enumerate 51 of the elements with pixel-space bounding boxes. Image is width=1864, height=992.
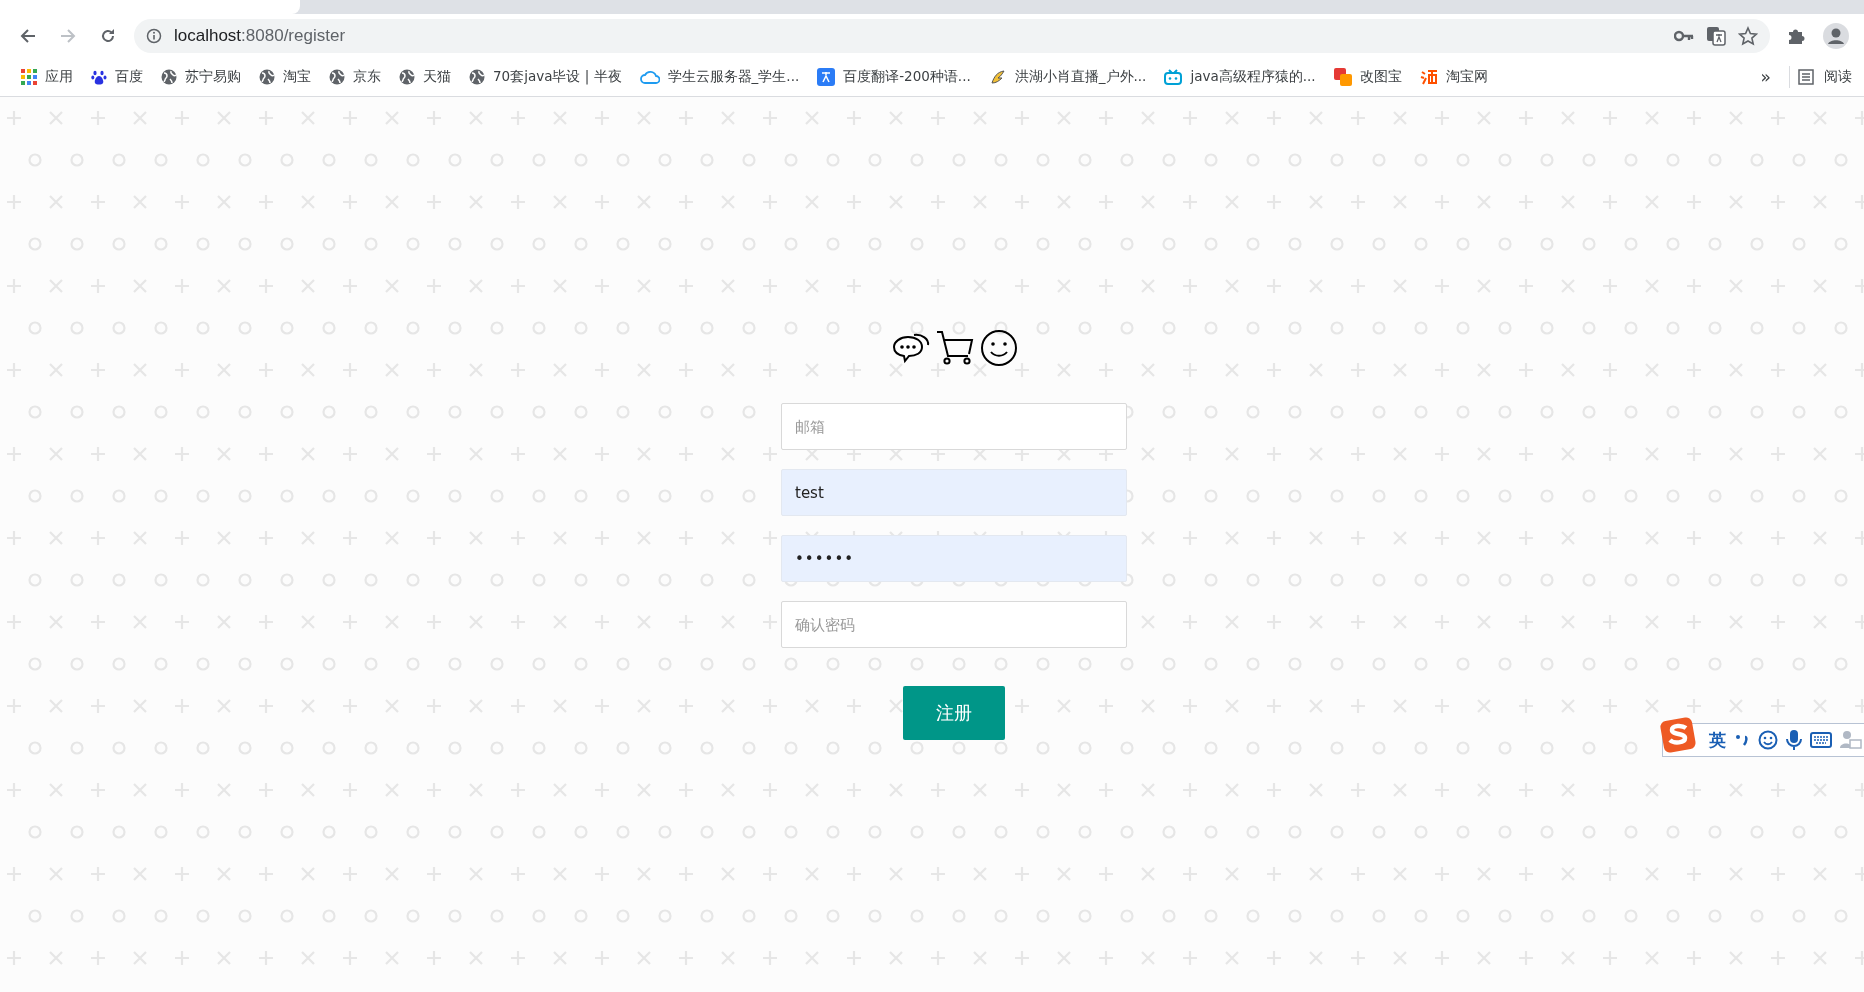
- tv-icon: [1164, 69, 1183, 85]
- globe-icon: [259, 69, 275, 85]
- bookmark[interactable]: 70套java毕设 | 半夜: [460, 64, 631, 90]
- more-bookmarks-button[interactable]: »: [1750, 67, 1781, 87]
- smiley-face-icon: [980, 329, 1018, 367]
- globe-icon: [399, 69, 415, 85]
- bookmark[interactable]: 京东: [320, 64, 390, 90]
- bookmark[interactable]: 天猫: [390, 64, 460, 90]
- paw-icon: [91, 69, 107, 85]
- bookmark[interactable]: 百度翻译-200种语...: [808, 64, 980, 90]
- microphone-icon[interactable]: [1786, 729, 1802, 751]
- ime-mode-label[interactable]: 英: [1709, 728, 1726, 752]
- squares-icon: [1333, 68, 1352, 86]
- bookmark[interactable]: 改图宝: [1324, 64, 1411, 90]
- bookmark[interactable]: 百度: [82, 64, 152, 90]
- emoji-icon[interactable]: [1758, 730, 1778, 750]
- star-icon[interactable]: [1738, 26, 1758, 46]
- address-bar[interactable]: localhost:8080/register: [134, 19, 1770, 53]
- input-field[interactable]: test: [781, 469, 1127, 516]
- password-field[interactable]: ••••••: [781, 535, 1127, 582]
- bookmark[interactable]: 洪湖小肖直播_户外...: [979, 64, 1156, 90]
- globe-icon: [469, 69, 485, 85]
- input-field[interactable]: 确认密码: [781, 601, 1127, 648]
- back-arrow-icon: [20, 28, 36, 44]
- keyboard-icon[interactable]: [1810, 732, 1832, 748]
- bookmark[interactable]: 应用: [12, 64, 82, 90]
- translate-icon: [817, 68, 836, 86]
- globe-icon: [329, 69, 345, 85]
- input-field[interactable]: 邮箱: [781, 403, 1127, 450]
- punctuation-icon[interactable]: [1734, 732, 1750, 748]
- reload-icon: [100, 28, 116, 44]
- apps-grid-icon: [21, 69, 37, 85]
- bookmark[interactable]: 淘宝: [250, 64, 320, 90]
- cloud-icon: [639, 69, 660, 85]
- info-icon: [146, 28, 162, 44]
- avatar-icon: [1823, 23, 1849, 49]
- chat-bubble-icon: [892, 331, 930, 365]
- shopping-cart-icon: [936, 330, 974, 366]
- bookmark[interactable]: 苏宁易购: [152, 64, 250, 90]
- tao-icon: [1419, 68, 1438, 86]
- reading-list-button[interactable]: 阅读: [1798, 68, 1852, 86]
- list-icon: [1798, 69, 1814, 85]
- forward-arrow-icon: [60, 28, 76, 44]
- key-icon[interactable]: [1674, 30, 1694, 42]
- globe-icon: [161, 69, 177, 85]
- translate-page-icon[interactable]: [1706, 26, 1726, 46]
- register-button[interactable]: 注册: [903, 686, 1005, 740]
- bookmark[interactable]: 学生云服务器_学生...: [630, 64, 809, 90]
- bookmark[interactable]: 淘宝网: [1410, 64, 1497, 90]
- bookmark[interactable]: java高级程序猿的...: [1155, 64, 1325, 90]
- address-text: localhost:8080/register: [174, 26, 346, 46]
